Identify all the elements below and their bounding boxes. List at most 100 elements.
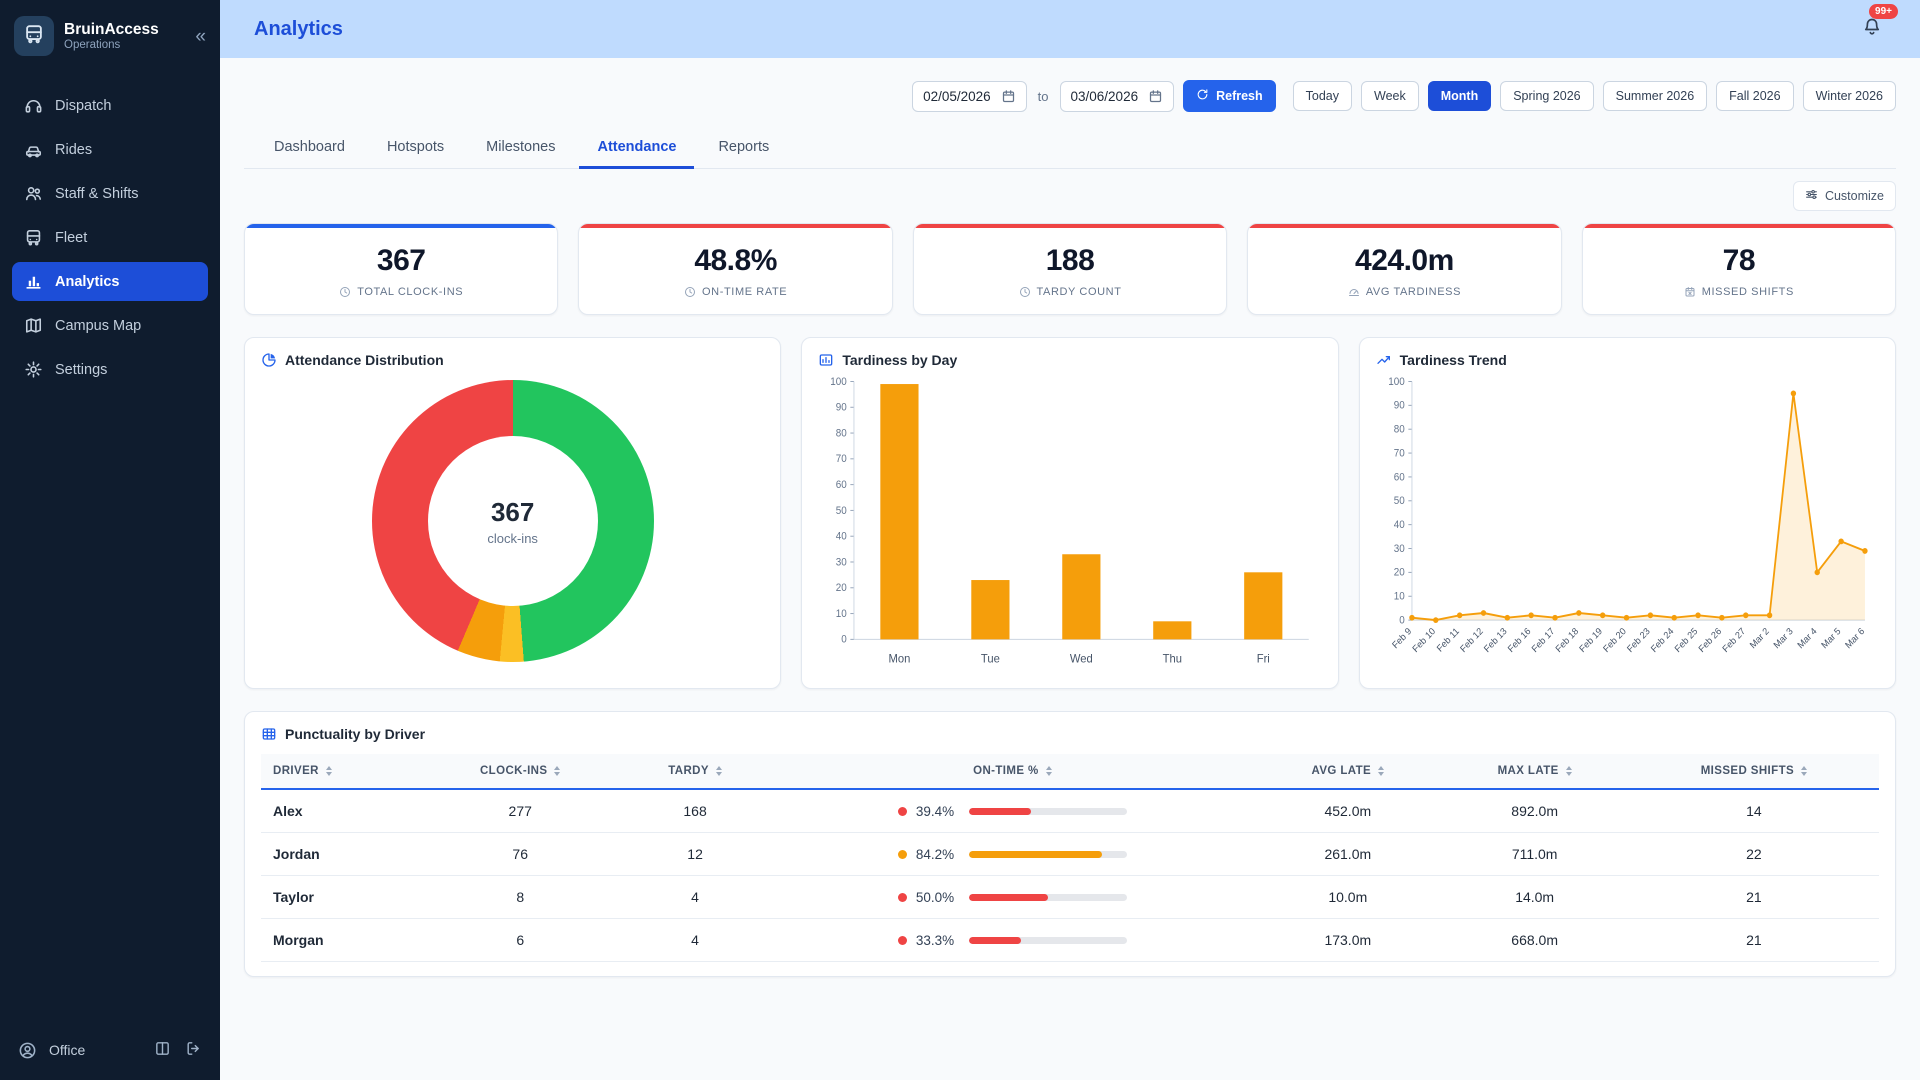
svg-text:10: 10 [836,609,847,620]
sidebar-item-settings[interactable]: Settings [12,350,208,389]
svg-text:100: 100 [831,377,848,388]
svg-text:80: 80 [836,428,847,439]
range-button-fall-2026[interactable]: Fall 2026 [1716,81,1793,111]
range-button-summer-2026[interactable]: Summer 2026 [1603,81,1708,111]
kpi-card-avg-tardiness: 424.0mAVG TARDINESS [1247,223,1561,315]
range-button-winter-2026[interactable]: Winter 2026 [1803,81,1896,111]
card-title: Attendance Distribution [261,352,764,368]
sort-icon [326,766,332,776]
cell-tardy: 4 [620,919,769,962]
user-circle-icon [16,1039,39,1062]
column-header-clock-ins[interactable]: CLOCK-INS [420,754,621,789]
table-row-morgan: Morgan6433.3%173.0m668.0m21 [261,919,1879,962]
svg-text:Feb 11: Feb 11 [1435,626,1461,654]
brand: BruinAccess Operations « [0,0,220,72]
sidebar-item-fleet[interactable]: Fleet [12,218,208,257]
sidebar-item-campus-map[interactable]: Campus Map [12,306,208,345]
on-time-progress-bar [969,808,1127,815]
refresh-button[interactable]: Refresh [1183,80,1276,112]
range-button-spring-2026[interactable]: Spring 2026 [1500,81,1593,111]
refresh-label: Refresh [1216,89,1263,103]
tab-reports[interactable]: Reports [700,128,787,169]
svg-text:Feb 16: Feb 16 [1506,626,1533,654]
donut-center-label: clock-ins [487,531,538,546]
cell-driver: Taylor [261,876,420,919]
svg-text:Feb 25: Feb 25 [1672,626,1699,654]
range-button-month[interactable]: Month [1428,81,1491,111]
column-header-max-late[interactable]: MAX LATE [1441,754,1629,789]
card-title-text: Tardiness by Day [842,352,957,368]
svg-text:Feb 19: Feb 19 [1577,626,1604,654]
customize-button[interactable]: Customize [1793,181,1896,211]
sidebar-collapse-button[interactable]: « [195,27,206,46]
kpi-value: 188 [914,244,1226,278]
card-title-text: Attendance Distribution [285,352,444,368]
svg-text:70: 70 [1393,448,1404,459]
headset-icon [24,96,43,115]
pie-chart-icon [261,352,277,368]
range-button-week[interactable]: Week [1361,81,1419,111]
range-button-group: Today Week Month Spring 2026 Summer 2026 Fall… [1293,81,1896,111]
status-dot [898,936,907,945]
table-header-row: DRIVERCLOCK-INSTARDYON-TIME %AVG LATEMAX… [261,754,1879,789]
date-from-input[interactable]: 02/05/2026 [912,81,1027,112]
logout-button[interactable] [183,1038,204,1062]
tab-attendance[interactable]: Attendance [579,128,694,169]
sidebar-item-staff-shifts[interactable]: Staff & Shifts [12,174,208,213]
tab-milestones[interactable]: Milestones [468,128,573,169]
kpi-label: ON-TIME RATE [579,286,891,298]
cell-avg-late: 261.0m [1255,833,1440,876]
column-header-tardy[interactable]: TARDY [620,754,769,789]
kpi-label: TARDY COUNT [914,286,1226,298]
tab-dashboard[interactable]: Dashboard [256,128,363,169]
on-time-percent: 33.3% [916,933,960,948]
svg-text:20: 20 [1393,567,1404,578]
kpi-card-total-clock-ins: 367TOTAL CLOCK-INS [244,223,558,315]
svg-text:Fri: Fri [1257,652,1270,665]
notifications-button[interactable]: 99+ [1858,13,1886,46]
tab-hotspots[interactable]: Hotspots [369,128,462,169]
range-button-today[interactable]: Today [1293,81,1352,111]
kpi-value: 78 [1583,244,1895,278]
app-root: BruinAccess Operations « Dispatch Rides St… [0,0,1920,1080]
card-title: Tardiness by Day [818,352,1321,368]
svg-text:50: 50 [1393,496,1404,507]
sidebar-item-dispatch[interactable]: Dispatch [12,86,208,125]
sort-icon [1046,766,1052,776]
sort-icon [716,766,722,776]
cell-max-late: 892.0m [1441,789,1629,833]
cell-tardy: 12 [620,833,769,876]
calendar-icon [1001,89,1016,104]
sidebar-item-label: Fleet [55,230,87,246]
column-header-on-time[interactable]: ON-TIME % [770,754,1255,789]
brand-subtitle: Operations [64,39,159,51]
content: 02/05/2026 to 03/06/2026 Refresh TodayWe… [220,58,1920,1080]
column-header-driver[interactable]: DRIVER [261,754,420,789]
refresh-icon [1196,88,1209,104]
on-time-progress-bar [969,937,1127,944]
sidebar-nav: Dispatch Rides Staff & Shifts Fleet Analytic… [0,72,220,403]
columns-icon-button[interactable] [152,1038,173,1062]
column-header-missed-shifts[interactable]: MISSED SHIFTS [1629,754,1879,789]
on-time-percent: 39.4% [916,804,960,819]
svg-text:Feb 26: Feb 26 [1696,626,1723,654]
sidebar-item-analytics[interactable]: Analytics [12,262,208,301]
svg-text:10: 10 [1393,591,1404,602]
cell-clock-ins: 277 [420,789,621,833]
svg-text:70: 70 [836,454,847,465]
column-header-avg-late[interactable]: AVG LATE [1255,754,1440,789]
map-icon [24,316,43,335]
card-title-text: Punctuality by Driver [285,726,425,742]
bar-chart: 0102030405060708090100MonTueWedThuFri [818,368,1321,674]
svg-text:Mon: Mon [889,652,911,665]
tardiness-trend-card: Tardiness Trend 0102030405060708090100Fe… [1359,337,1896,689]
kpi-label: AVG TARDINESS [1248,286,1560,298]
cell-missed-shifts: 22 [1629,833,1879,876]
cell-max-late: 14.0m [1441,876,1629,919]
sidebar-item-rides[interactable]: Rides [12,130,208,169]
cell-tardy: 168 [620,789,769,833]
cell-clock-ins: 8 [420,876,621,919]
svg-text:0: 0 [842,634,848,645]
date-to-input[interactable]: 03/06/2026 [1060,81,1175,112]
attendance-distribution-card: Attendance Distribution 367 clock-ins [244,337,781,689]
